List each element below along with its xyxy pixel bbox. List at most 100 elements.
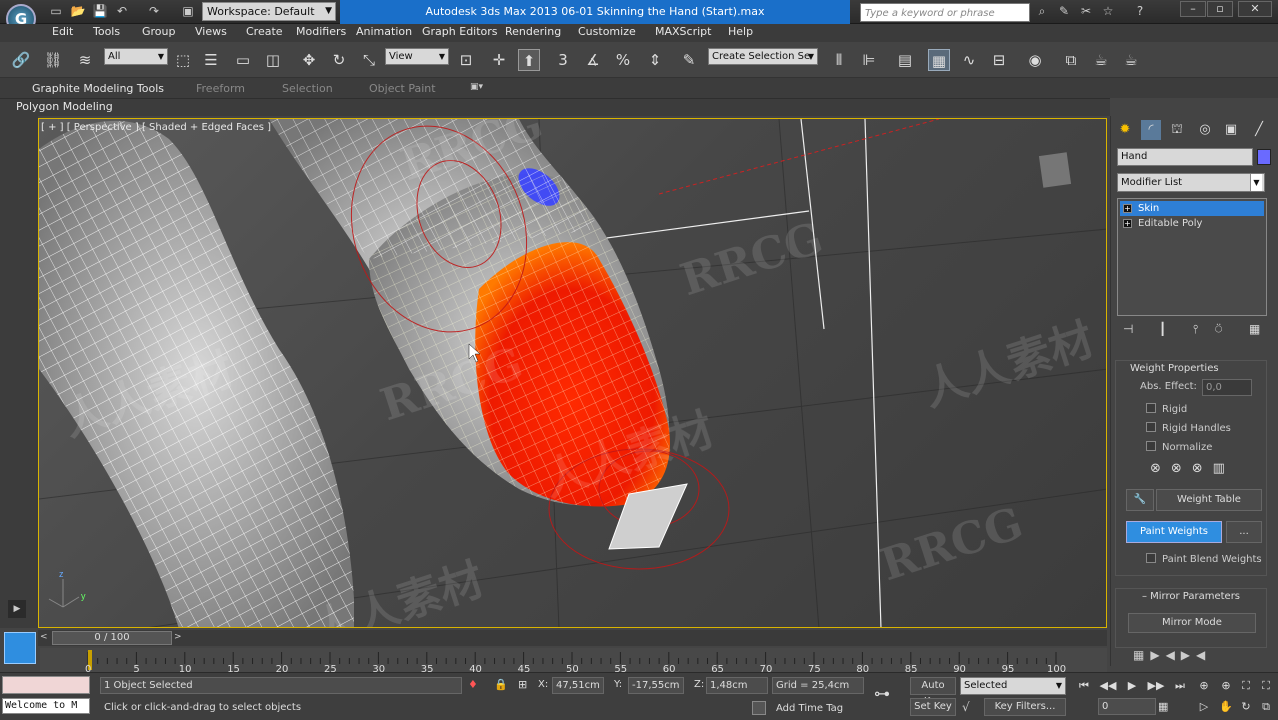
window-crossing-icon[interactable]: ◫ (262, 49, 284, 71)
maxscript-listener[interactable] (2, 676, 90, 694)
snaps-toggle-icon[interactable]: 3 (552, 49, 574, 71)
material-editor-icon[interactable]: ◉ (1024, 49, 1046, 71)
weight-properties-title[interactable]: Weight Properties (1130, 363, 1219, 374)
previous-frame-icon[interactable]: ◀◀ (1098, 677, 1118, 695)
render-setup-icon[interactable]: ⧉ (1060, 49, 1082, 71)
set-key-mode-icon[interactable]: ⊶ (874, 684, 890, 703)
menu-tools[interactable]: Tools (93, 25, 120, 38)
subscription-icon[interactable]: ✎ (1056, 3, 1072, 19)
viewport-label[interactable]: [ + ] [ Perspective ] [ Shaded + Edged F… (41, 122, 271, 133)
binoculars-icon[interactable]: ⌕ (1034, 3, 1050, 19)
workspace-dropdown[interactable]: Workspace: Default ▼ (202, 2, 336, 21)
menu-animation[interactable]: Animation (356, 25, 412, 38)
y-coordinate-field[interactable]: -17,55cm (628, 677, 684, 694)
motion-tab-icon[interactable]: ◎ (1195, 120, 1215, 140)
paint-options-button[interactable]: ... (1226, 521, 1262, 543)
close-button[interactable]: ✕ (1238, 1, 1272, 17)
show-end-result-icon[interactable]: ┃ (1159, 322, 1166, 336)
checkbox-box[interactable] (1146, 441, 1156, 451)
rectangular-selection-icon[interactable]: ▭ (232, 49, 254, 71)
open-file-icon[interactable]: 📂 (70, 3, 86, 19)
make-unique-icon[interactable]: ⫯ (1193, 322, 1198, 337)
mirror-tools-icons[interactable]: ▦▶◀▶◀ (1133, 648, 1211, 662)
render-production-icon[interactable]: ☕ (1120, 49, 1142, 71)
auto-key-button[interactable]: Auto Key (910, 677, 956, 707)
menu-views[interactable]: Views (195, 25, 227, 38)
pin-stack-icon[interactable]: ⊣ (1123, 322, 1133, 336)
create-tab-icon[interactable]: ✹ (1115, 120, 1135, 140)
configure-sets-icon[interactable]: ▦ (1249, 322, 1260, 336)
maximize-viewport-icon[interactable]: ⧉ (1256, 698, 1276, 716)
expand-icon[interactable]: + (1123, 204, 1132, 213)
rigid-handles-checkbox[interactable]: Rigid Handles (1146, 422, 1231, 434)
normalize-checkbox[interactable]: Normalize (1146, 441, 1212, 453)
add-time-tag[interactable]: Add Time Tag (776, 703, 843, 714)
checkbox-box[interactable] (1146, 403, 1156, 413)
play-panel-icon[interactable]: ▶ (8, 600, 26, 618)
isolate-selection-icon[interactable]: ♦ (468, 678, 478, 691)
checkbox-box[interactable] (1146, 422, 1156, 432)
spinner-snap-icon[interactable]: ⇕ (644, 49, 666, 71)
mirror-mode-button[interactable]: Mirror Mode (1128, 613, 1256, 633)
slider-prev-icon[interactable]: < (40, 632, 48, 642)
time-config-icon[interactable]: ▦ (1158, 700, 1168, 713)
go-to-start-icon[interactable]: ⏮ (1074, 677, 1094, 695)
rendered-frame-icon[interactable]: ☕ (1090, 49, 1112, 71)
stack-item-skin[interactable]: + Skin (1120, 201, 1264, 216)
remove-modifier-icon[interactable]: ⍥ (1215, 322, 1222, 337)
menu-create[interactable]: Create (246, 25, 283, 38)
rigid-checkbox[interactable]: Rigid (1146, 403, 1187, 415)
hierarchy-tab-icon[interactable]: ⛫ (1167, 120, 1187, 140)
tab-selection[interactable]: Selection (282, 82, 333, 95)
select-and-move-icon[interactable]: ✥ (298, 49, 320, 71)
maxscript-mini-listener[interactable]: Welcome to M (2, 698, 90, 714)
edit-named-selection-icon[interactable]: ✎ (678, 49, 700, 71)
stack-item-editable-poly[interactable]: + Editable Poly (1120, 216, 1264, 231)
utilities-tab-icon[interactable]: ╱ (1249, 120, 1269, 140)
paint-blend-weights-checkbox[interactable]: Paint Blend Weights (1146, 553, 1262, 565)
field-of-view-icon[interactable]: ▷ (1194, 698, 1214, 716)
display-tab-icon[interactable]: ▣ (1221, 120, 1241, 140)
zoom-all-icon[interactable]: ⊕ (1216, 677, 1236, 695)
modifier-list-dropdown[interactable]: Modifier List ▼ (1117, 173, 1265, 192)
select-and-manipulate-icon[interactable]: ✛ (488, 49, 510, 71)
selection-lock-icon[interactable]: 🔒 (494, 678, 508, 691)
time-tag-icon[interactable] (752, 701, 766, 715)
pan-view-icon[interactable]: ✋ (1216, 698, 1236, 716)
key-filters-button[interactable]: Key Filters... (984, 698, 1066, 716)
weight-tools-icons[interactable]: ⊗⊗⊗▥ (1150, 461, 1235, 476)
percent-snap-icon[interactable]: % (612, 49, 634, 71)
checkbox-box[interactable] (1146, 553, 1156, 563)
menu-rendering[interactable]: Rendering (505, 25, 561, 38)
schematic-view-icon[interactable]: ⊟ (988, 49, 1010, 71)
menu-edit[interactable]: Edit (52, 25, 73, 38)
new-file-icon[interactable]: ▭ (48, 3, 64, 19)
mirror-parameters-title[interactable]: – Mirror Parameters (1122, 591, 1260, 602)
menu-graph-editors[interactable]: Graph Editors (422, 25, 498, 38)
select-and-link-icon[interactable]: 🔗 (10, 49, 32, 71)
redo-icon[interactable]: ↷ (146, 3, 162, 19)
curve-editor-icon[interactable]: ∿ (958, 49, 980, 71)
ribbon-options-icon[interactable]: ▣▾ (470, 82, 483, 92)
layer-manager-icon[interactable]: ▤ (894, 49, 916, 71)
angle-snap-icon[interactable]: ∡ (582, 49, 604, 71)
project-folder-icon[interactable]: ▣ (180, 3, 196, 19)
absolute-mode-icon[interactable]: ⊞ (518, 678, 527, 691)
tab-object-paint[interactable]: Object Paint (369, 82, 436, 95)
abs-effect-spinner[interactable]: 0,0 (1202, 379, 1252, 396)
x-coordinate-field[interactable]: 47,51cm (552, 677, 604, 694)
slider-next-icon[interactable]: > (174, 632, 182, 642)
maximize-button[interactable]: ▫ (1207, 1, 1233, 17)
z-coordinate-field[interactable]: 1,48cm (706, 677, 768, 694)
menu-help[interactable]: Help (728, 25, 753, 38)
time-slider[interactable]: 0 / 100 (52, 631, 172, 645)
polygon-modeling-label[interactable]: Polygon Modeling (16, 100, 113, 113)
select-by-name-icon[interactable]: ☰ (200, 49, 222, 71)
align-icon[interactable]: ⊫ (858, 49, 880, 71)
menu-customize[interactable]: Customize (578, 25, 636, 38)
menu-modifiers[interactable]: Modifiers (296, 25, 346, 38)
perspective-viewport[interactable]: z y [ + ] [ Perspective ] [ Shaded + Edg… (38, 118, 1107, 628)
reference-coordinate-dropdown[interactable]: View ▼ (385, 48, 449, 65)
keyboard-shortcut-override-icon[interactable]: ⬆ (518, 49, 540, 71)
current-frame-field[interactable]: 0 (1098, 698, 1156, 715)
